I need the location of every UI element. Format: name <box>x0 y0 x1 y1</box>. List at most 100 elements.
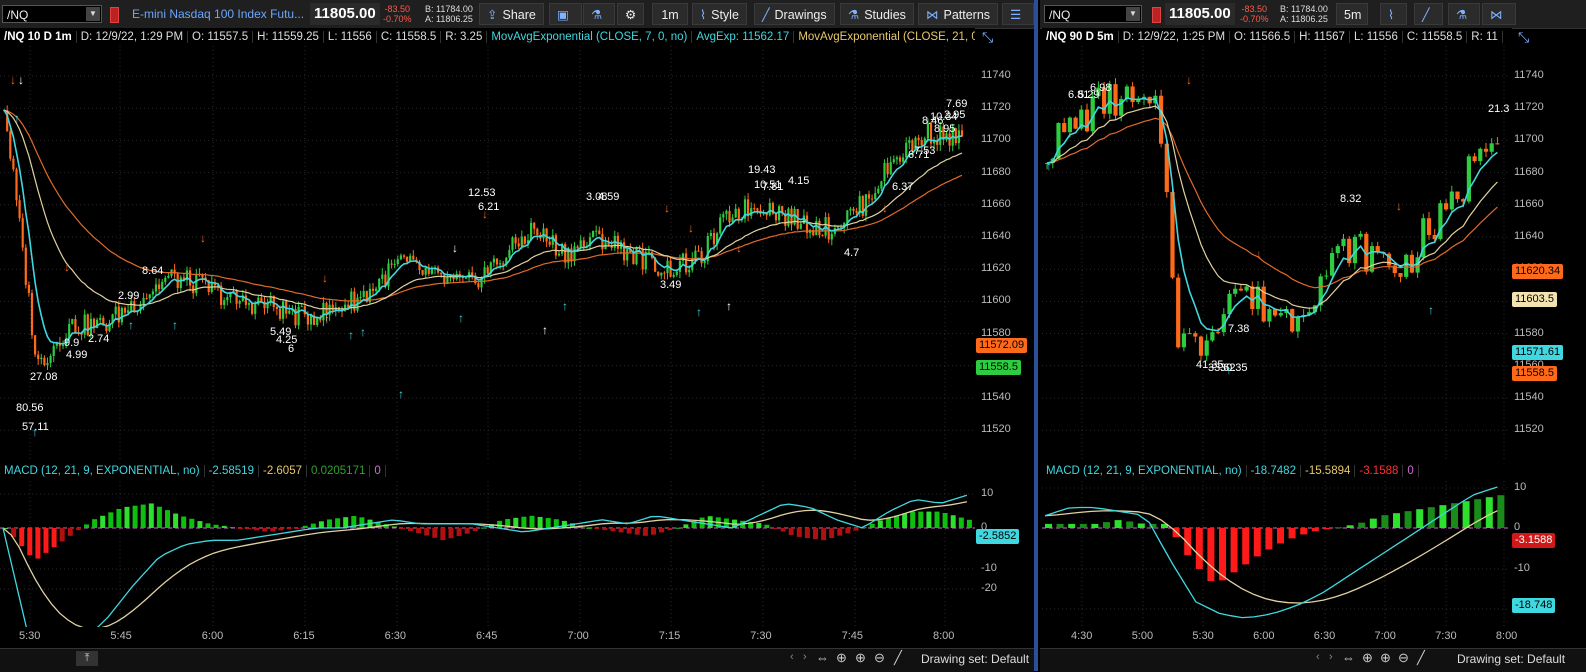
zoom-out-icon[interactable]: ⊖ <box>1398 650 1409 666</box>
candle-body <box>406 256 409 262</box>
scroll-left-icon[interactable]: ‹ <box>790 651 794 663</box>
right-symbol-field[interactable]: /NQ ▼ <box>1044 5 1142 23</box>
chevron-down-icon[interactable]: ▼ <box>86 7 100 21</box>
flask-icon: ⚗ <box>591 8 603 22</box>
crosshair-icon[interactable]: ⊕ <box>1362 650 1373 666</box>
left-drawing-set[interactable]: Drawing set: Default <box>921 652 1029 666</box>
candle-body <box>1084 109 1090 132</box>
macd-histogram-bar <box>35 528 41 559</box>
link-color-icon[interactable] <box>110 7 119 23</box>
flask-button[interactable]: ⚗ <box>583 3 616 25</box>
study-ema7-label[interactable]: MovAvgExponential (CLOSE, 7, 0, no) <box>487 31 693 43</box>
patterns-icon: ⋈ <box>1490 8 1503 22</box>
settings-button[interactable]: ⚙ <box>617 3 645 25</box>
pan-icon[interactable]: ⇔ <box>1342 650 1355 665</box>
candle-body <box>282 301 285 319</box>
right-macd-label[interactable]: MACD (12, 21, 9, EXPONENTIAL, no) <box>1042 465 1247 477</box>
macd-histogram-bar <box>1219 528 1226 581</box>
patterns-button[interactable]: ⋈ Patterns <box>918 3 999 25</box>
right-chart-title[interactable]: /NQ 90 D 5m <box>1042 31 1119 43</box>
zoom-in-icon[interactable]: ⊕ <box>1380 650 1391 666</box>
chart-title[interactable]: /NQ 10 D 1m <box>0 31 77 43</box>
study-ema21-label[interactable]: MovAvgExponential (CLOSE, 21, 0,... <box>794 31 975 43</box>
pane-divider[interactable] <box>1034 0 1038 671</box>
price-annotation: 7.38 <box>1228 323 1249 335</box>
macd-histogram-bar <box>1300 528 1308 535</box>
macd-histogram-bar <box>229 527 235 529</box>
macd-histogram-bar <box>1056 523 1064 528</box>
candle-body <box>867 194 871 199</box>
left-macd-chart[interactable] <box>0 481 975 627</box>
right-price-chart[interactable]: 6.815.296.9841.3533.6230.357.388.3221.3↓… <box>1042 46 1510 459</box>
candle-body <box>886 162 889 175</box>
style-button[interactable]: ⌇ Style <box>692 3 747 25</box>
link-color-icon[interactable] <box>1152 7 1161 23</box>
macd-histogram-bar <box>27 528 33 556</box>
price-annotation: 4.7 <box>844 247 859 259</box>
candle-body <box>774 213 778 221</box>
instrument-description[interactable]: E-mini Nasdaq 100 Index Futu... <box>132 7 304 21</box>
left-price-chart[interactable]: 80.5657.1127.089.94.992.742.998.645.494.… <box>0 46 975 459</box>
macd-histogram-bar <box>1242 528 1250 565</box>
candle-body <box>477 283 480 288</box>
pan-icon[interactable]: ⇔ <box>816 650 829 665</box>
price-axis-label: 11520 <box>981 423 1011 436</box>
candle-body <box>148 294 151 299</box>
candle-body <box>145 297 148 299</box>
studies-button[interactable]: ⚗ Studies <box>840 3 914 25</box>
right-drawing-set[interactable]: Drawing set: Default <box>1457 652 1565 666</box>
price-axis-label: 11660 <box>981 197 1011 210</box>
macd-histogram-bar <box>59 528 65 542</box>
left-macd-header: MACD (12, 21, 9, EXPONENTIAL, no) -2.5851… <box>0 462 975 480</box>
scroll-right-icon[interactable]: › <box>1329 651 1333 663</box>
right-patterns-button[interactable]: ⋈ <box>1482 3 1516 25</box>
collapse-icon[interactable]: ⤡ <box>1518 30 1532 44</box>
candle-body <box>430 269 433 274</box>
candle-body <box>1495 143 1500 145</box>
sell-arrow-icon: ↓ <box>200 231 206 245</box>
zoom-out-icon[interactable]: ⊖ <box>874 650 885 666</box>
chevron-down-icon[interactable]: ▼ <box>1126 7 1140 21</box>
zoom-in-icon[interactable]: ⊕ <box>855 650 866 666</box>
candle-body <box>573 246 576 262</box>
candle-body <box>601 234 604 250</box>
macd-histogram-bar <box>642 528 648 536</box>
candle-body <box>756 208 759 211</box>
drawing-tool-icon[interactable]: ╱ <box>894 650 902 666</box>
scroll-right-icon[interactable]: › <box>803 651 807 663</box>
price-axis-label: 11580 <box>1514 326 1544 339</box>
timeframe-button[interactable]: 1m <box>652 3 688 25</box>
candle-body <box>821 235 824 237</box>
left-symbol-field[interactable]: /NQ ▼ <box>2 5 102 23</box>
macd-histogram-bar <box>1497 495 1505 528</box>
right-timeframe-button[interactable]: 5m <box>1336 3 1368 25</box>
right-drawings-button[interactable]: ╱ <box>1414 3 1443 25</box>
candle-body <box>688 270 691 273</box>
menu-button[interactable]: ☰ <box>1002 3 1035 25</box>
drawing-tool-icon[interactable]: ╱ <box>1417 650 1425 666</box>
right-macd-chart[interactable] <box>1042 481 1510 627</box>
candle-body <box>1290 309 1295 332</box>
share-button[interactable]: ⇪ Share <box>479 3 544 25</box>
candle-body <box>99 317 102 320</box>
candle-body <box>895 157 898 160</box>
collapse-icon[interactable]: ⤡ <box>982 30 996 44</box>
macd-histogram-bar <box>408 528 413 531</box>
candle-body <box>1204 340 1209 356</box>
drawings-button[interactable]: ╱ Drawings <box>754 3 835 25</box>
candle-body <box>675 271 678 275</box>
macd-histogram-bar <box>804 528 810 539</box>
macd-histogram-bar <box>262 528 268 532</box>
snapshot-button[interactable]: ▣ <box>549 3 582 25</box>
macd-label[interactable]: MACD (12, 21, 9, EXPONENTIAL, no) <box>0 465 205 477</box>
right-style-button[interactable]: ⌇ <box>1380 3 1408 25</box>
right-studies-button[interactable]: ⚗ <box>1448 3 1481 25</box>
price-annotation: 8.95 <box>934 123 955 135</box>
price-annotation: 2.95 <box>944 109 965 121</box>
crosshair-icon[interactable]: ⊕ <box>836 650 847 666</box>
scroll-left-icon[interactable]: ‹ <box>1316 651 1320 663</box>
expand-up-icon[interactable]: ⤒ <box>76 651 98 666</box>
candle-body <box>486 267 489 274</box>
macd-histogram-bar <box>1103 522 1110 528</box>
candle-body <box>1472 156 1477 162</box>
